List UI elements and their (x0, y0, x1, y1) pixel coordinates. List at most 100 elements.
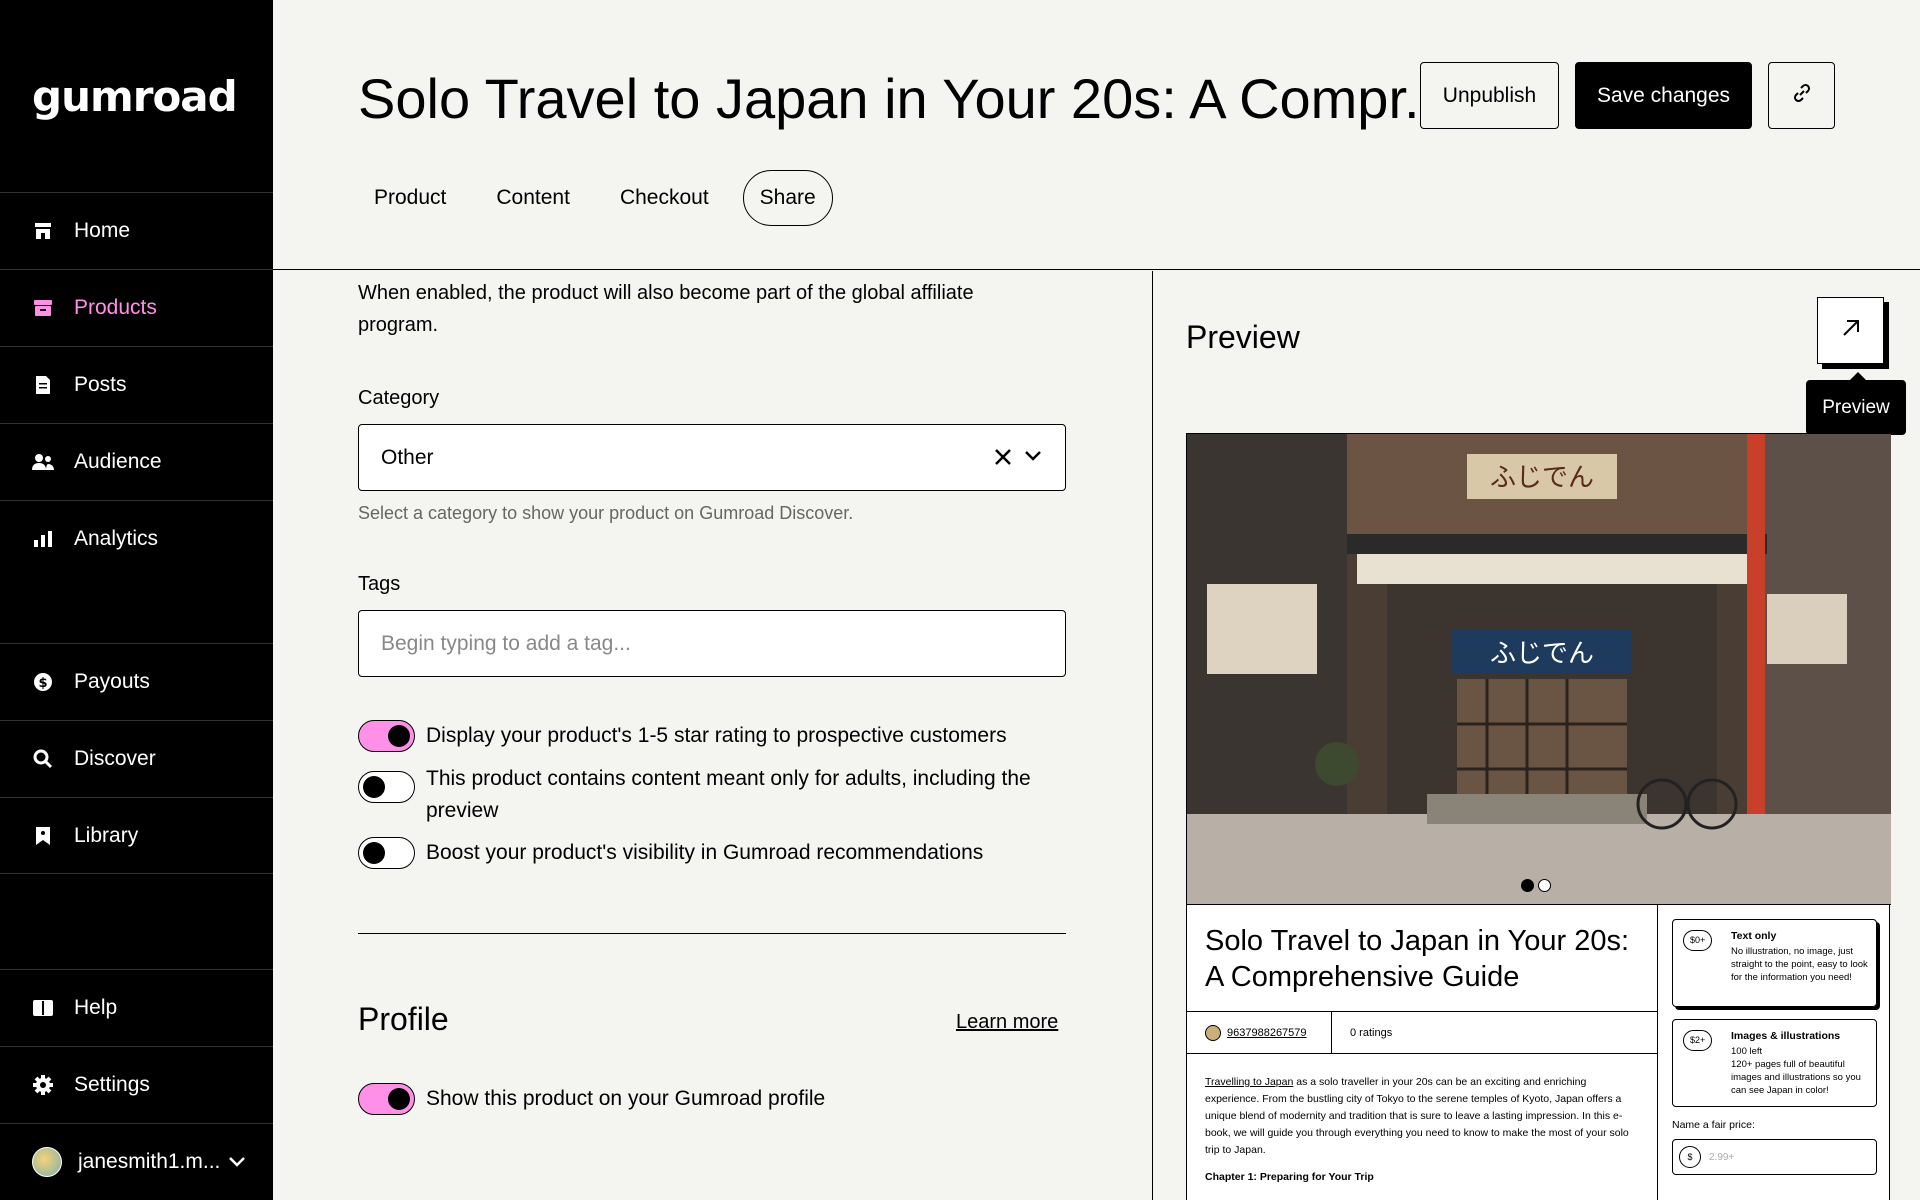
description-link[interactable]: Travelling to Japan (1205, 1076, 1293, 1088)
profile-toggle-label: Show this product on your Gumroad profil… (426, 1087, 826, 1110)
dollar-circle-icon: $ (32, 671, 54, 693)
price-badge: $0+ (1683, 930, 1713, 951)
price-placeholder: 2.99+ (1709, 1151, 1735, 1163)
nav-footer: Help Settings (0, 969, 273, 1123)
save-changes-button[interactable]: Save changes (1575, 62, 1752, 129)
sidebar-item-analytics[interactable]: Analytics (0, 500, 273, 577)
divider (358, 933, 1066, 934)
clear-icon[interactable] (993, 443, 1013, 474)
category-label: Category (358, 387, 440, 409)
nav-primary: Home Products Posts Audience Analytics (0, 192, 273, 577)
fair-price-input[interactable]: $ 2.99+ (1672, 1139, 1877, 1175)
sidebar-item-audience[interactable]: Audience (0, 423, 273, 500)
copy-link-button[interactable] (1768, 62, 1835, 129)
sidebar-item-payouts[interactable]: $ Payouts (0, 643, 273, 720)
boost-toggle-label: Boost your product's visibility in Gumro… (426, 841, 984, 864)
option-text-only[interactable]: $0+ Text only No illustration, no image,… (1672, 919, 1877, 1007)
product-description: Travelling to Japan as a solo traveller … (1187, 1054, 1657, 1200)
store-icon (32, 220, 54, 242)
description-text: as a solo traveller in your 20s can be a… (1205, 1076, 1629, 1156)
learn-more-link[interactable]: Learn more (956, 1011, 1058, 1034)
category-select[interactable]: Other (358, 424, 1066, 491)
profile-toggle-row: Show this product on your Gumroad profil… (358, 1083, 1078, 1115)
fair-price-label: Name a fair price: (1672, 1119, 1755, 1131)
bookmark-icon (32, 825, 54, 847)
sidebar: gumroad Home Products Posts Audience Ana… (0, 0, 273, 1200)
ratings-count: 0 ratings (1350, 1026, 1393, 1039)
adult-toggle-row: This product contains content meant only… (358, 763, 1078, 827)
product-preview-card: ふじでん ふじでん Solo Travel to Japan in Your 2… (1186, 433, 1891, 1200)
sidebar-item-label: Library (74, 823, 139, 847)
product-title: Solo Travel to Japan in Your 20s: A Comp… (1187, 905, 1657, 1012)
product-cover-image: ふじでん ふじでん (1187, 434, 1891, 904)
rating-toggle[interactable] (358, 720, 415, 752)
book-icon (32, 997, 54, 1019)
open-preview-button[interactable] (1817, 297, 1884, 364)
svg-text:ふじでん: ふじでん (1490, 639, 1594, 669)
tab-checkout[interactable]: Checkout (604, 170, 725, 226)
adult-content-toggle[interactable] (358, 771, 415, 803)
preview-tooltip: Preview (1806, 372, 1906, 435)
option-left: 100 left (1731, 1046, 1763, 1057)
category-hint: Select a category to show your product o… (358, 503, 854, 523)
svg-text:$: $ (38, 676, 47, 691)
sidebar-item-discover[interactable]: Discover (0, 720, 273, 797)
sidebar-item-label: Discover (74, 747, 156, 770)
sidebar-item-label: Posts (74, 373, 127, 396)
product-header: Solo Travel to Japan in Your 20s: A Comp… (273, 0, 1920, 270)
arrow-up-right-icon (1839, 316, 1863, 345)
option-images-illustrations[interactable]: $2+ Images & illustrations 100 left 120+… (1672, 1019, 1877, 1107)
boost-toggle-row: Boost your product's visibility in Gumro… (358, 837, 1078, 869)
user-menu[interactable]: janesmith1.m... (0, 1123, 273, 1200)
boost-toggle[interactable] (358, 837, 415, 869)
avatar (32, 1147, 62, 1177)
sidebar-item-products[interactable]: Products (0, 269, 273, 346)
product-tabs: Product Content Checkout Share (358, 170, 851, 226)
sidebar-item-label: Payouts (74, 670, 150, 693)
tags-input[interactable]: Begin typing to add a tag... (358, 610, 1066, 677)
carousel-dot[interactable] (1538, 879, 1551, 892)
seller-link[interactable]: 9637988267579 (1187, 1011, 1332, 1054)
sidebar-item-label: Products (74, 296, 157, 319)
adult-toggle-label: This product contains content meant only… (426, 767, 1031, 822)
affiliate-description: When enabled, the product will also beco… (358, 282, 974, 336)
category-value: Other (381, 445, 434, 469)
sidebar-item-label: Help (74, 996, 118, 1019)
sidebar-item-label: Analytics (74, 527, 159, 550)
profile-toggle[interactable] (358, 1083, 415, 1115)
share-settings-form: When enabled, the product will also beco… (273, 271, 1153, 1200)
sidebar-item-help[interactable]: Help (0, 969, 273, 1046)
product-info: Solo Travel to Japan in Your 20s: A Comp… (1187, 904, 1657, 1200)
user-name: janesmith1.m... (78, 1150, 221, 1173)
tab-product[interactable]: Product (358, 170, 462, 226)
sidebar-item-library[interactable]: Library (0, 797, 273, 874)
carousel-dot[interactable] (1521, 879, 1534, 892)
sidebar-item-label: Settings (74, 1073, 150, 1096)
bar-chart-icon (32, 528, 54, 550)
carousel-dots (1521, 879, 1551, 892)
document-icon (32, 374, 54, 396)
people-icon (32, 451, 54, 473)
chapter-heading: Chapter 1: Preparing for Your Trip (1205, 1171, 1374, 1183)
rating-toggle-row: Display your product's 1-5 star rating t… (358, 720, 1078, 752)
profile-heading: Profile (358, 1001, 449, 1037)
option-desc: 120+ pages full of beautiful images and … (1731, 1059, 1861, 1096)
sidebar-item-home[interactable]: Home (0, 192, 273, 269)
option-desc: No illustration, no image, just straight… (1731, 946, 1868, 983)
gumroad-logo[interactable]: gumroad (32, 72, 238, 121)
tab-content[interactable]: Content (480, 170, 586, 226)
seller-avatar (1205, 1024, 1221, 1041)
chevron-down-icon[interactable] (1023, 445, 1043, 471)
rating-toggle-label: Display your product's 1-5 star rating t… (426, 724, 1007, 747)
sidebar-item-posts[interactable]: Posts (0, 346, 273, 423)
tab-share[interactable]: Share (742, 170, 833, 226)
sidebar-item-settings[interactable]: Settings (0, 1046, 273, 1123)
chevron-down-icon (228, 1150, 246, 1174)
preview-panel: Preview Preview ふじでん ふじでん Solo Travel to… (1152, 271, 1920, 1200)
currency-badge: $ (1679, 1146, 1701, 1168)
unpublish-button[interactable]: Unpublish (1420, 62, 1559, 129)
price-badge: $2+ (1683, 1030, 1713, 1051)
option-name: Images & illustrations (1731, 1030, 1841, 1042)
tags-label: Tags (358, 573, 401, 595)
purchase-options: $0+ Text only No illustration, no image,… (1657, 904, 1891, 1200)
